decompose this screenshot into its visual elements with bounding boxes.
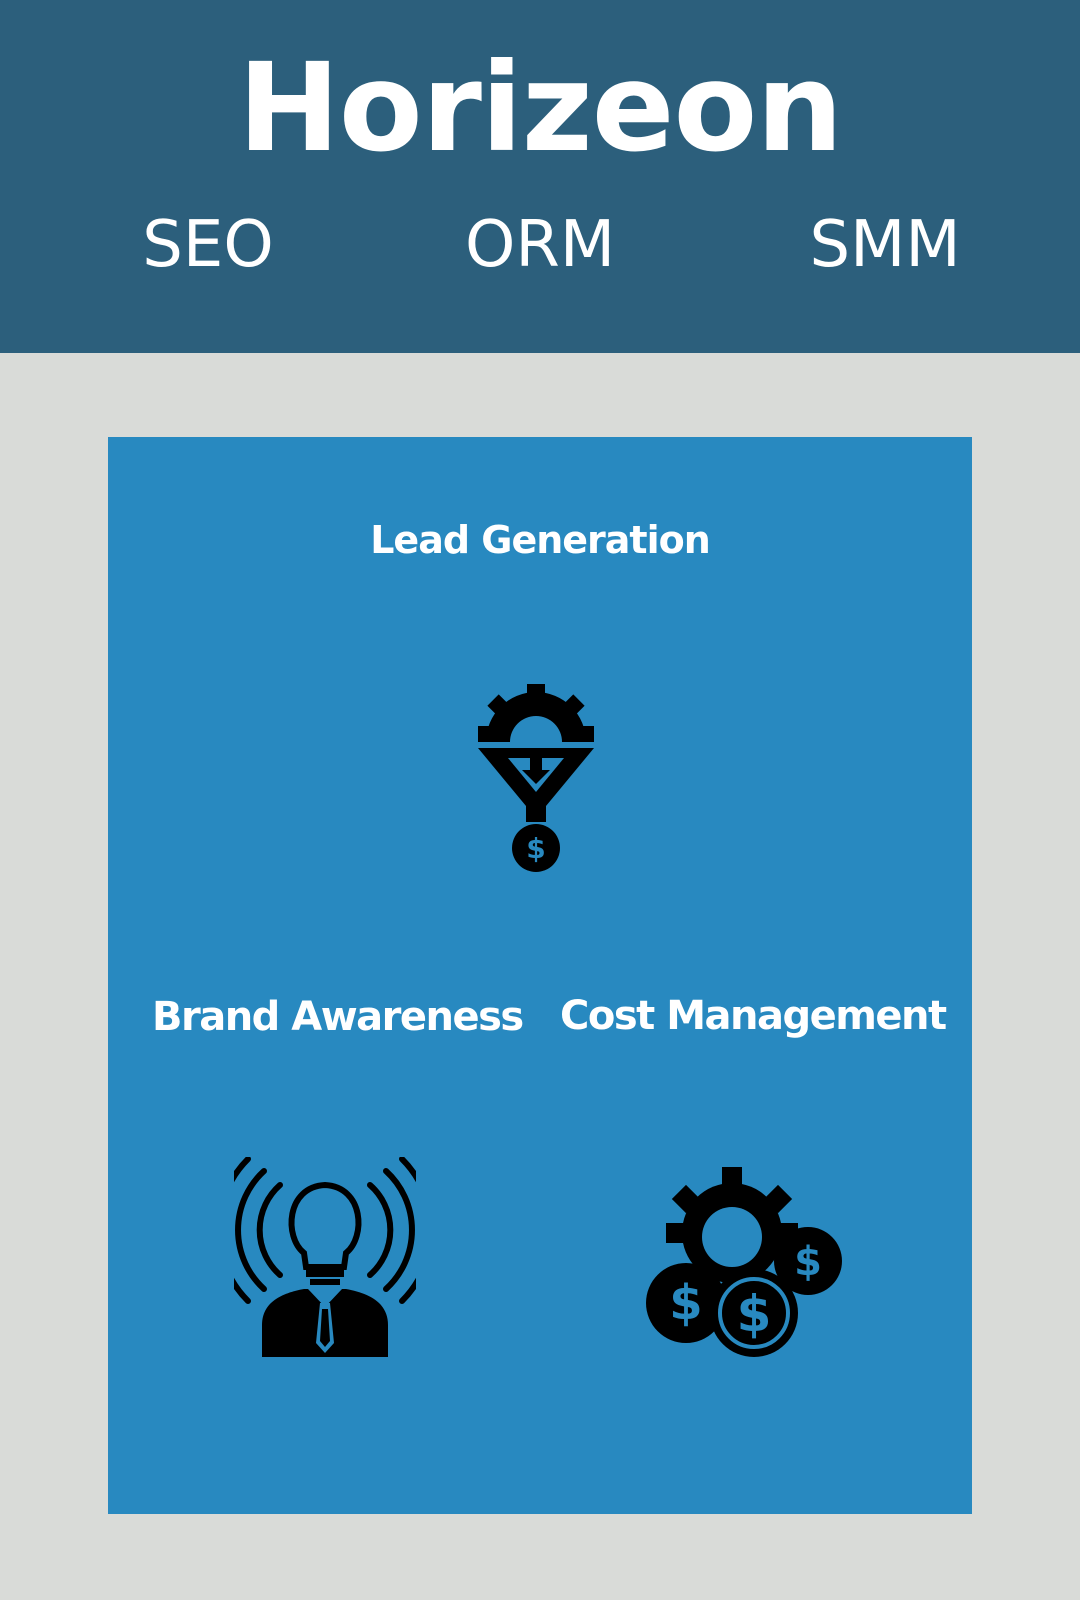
svg-text:$: $	[794, 1239, 822, 1285]
nav-link-smm[interactable]: SMM	[785, 205, 985, 285]
features-panel: Lead Generation $ Brand Awareness Cost M…	[108, 437, 972, 1514]
feature-title-brand-awareness: Brand Awareness	[152, 994, 524, 1040]
brand-logo-text[interactable]: Horizeon	[0, 38, 1080, 178]
funnel-gear-dollar-icon: $	[478, 684, 594, 872]
site-header: Horizeon SEO ORM SMM	[0, 0, 1080, 353]
svg-text:$: $	[737, 1285, 772, 1343]
svg-text:$: $	[526, 832, 545, 865]
feature-title-lead-generation: Lead Generation	[370, 518, 711, 562]
gear-coins-icon: $ $ $	[646, 1167, 842, 1357]
lightbulb-person-broadcast-icon	[234, 1157, 416, 1357]
nav-link-orm[interactable]: ORM	[440, 205, 640, 285]
svg-text:$: $	[669, 1275, 702, 1331]
nav-link-seo[interactable]: SEO	[113, 205, 303, 285]
feature-title-cost-management: Cost Management	[560, 993, 947, 1039]
